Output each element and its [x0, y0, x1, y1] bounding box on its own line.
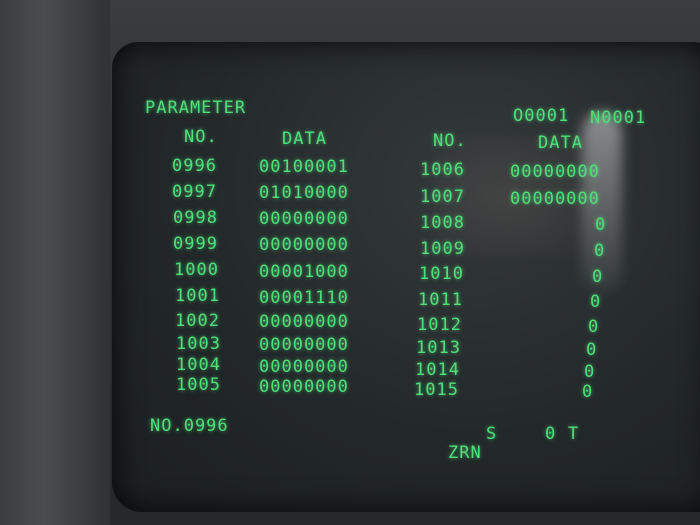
param-no: 0997	[172, 182, 217, 202]
mode-indicator: ZRN	[448, 443, 482, 463]
spindle-label: S	[486, 424, 498, 444]
param-data: 00000000	[259, 335, 349, 355]
param-no: 1008	[420, 213, 465, 233]
param-data: 0	[592, 267, 604, 287]
param-no: 1006	[420, 160, 465, 180]
param-data: 00001110	[259, 288, 349, 308]
spindle-value: 0	[545, 424, 557, 444]
param-data: 00100001	[259, 157, 349, 177]
param-data: 0	[586, 340, 598, 360]
tool-label: T	[568, 424, 580, 444]
param-no: 1001	[175, 286, 220, 306]
param-no: 1011	[418, 290, 463, 310]
param-data: 0	[594, 241, 606, 261]
param-no: 1005	[176, 375, 221, 395]
param-no: 1014	[415, 360, 460, 380]
param-no: 0996	[172, 156, 217, 176]
param-data: 0	[584, 362, 596, 382]
page-title: PARAMETER	[145, 98, 247, 118]
param-data: 00000000	[259, 312, 349, 332]
input-line: NO.0996	[150, 416, 229, 436]
param-data: 00000000	[259, 377, 349, 397]
monitor-bezel-left	[0, 0, 110, 525]
right-data-header: DATA	[538, 133, 583, 153]
param-data: 00001000	[259, 262, 349, 282]
param-data: 00000000	[510, 189, 600, 209]
param-no: 1012	[417, 315, 462, 335]
param-no: 1013	[416, 338, 461, 358]
param-data: 01010000	[259, 183, 349, 203]
param-no: 1007	[420, 187, 465, 207]
param-data: 00000000	[259, 235, 349, 255]
sequence-number: N0001	[590, 108, 647, 128]
param-data: 0	[588, 317, 600, 337]
program-number: O0001	[513, 106, 570, 126]
left-no-header: NO.	[184, 127, 218, 147]
param-data: 0	[590, 292, 602, 312]
param-data: 0	[595, 215, 607, 235]
param-no: 1000	[174, 260, 219, 280]
param-no: 1010	[419, 264, 464, 284]
param-no: 1015	[414, 380, 459, 400]
param-no: 1004	[176, 355, 221, 375]
param-no: 0998	[173, 208, 218, 228]
left-data-header: DATA	[282, 129, 327, 149]
param-data: 00000000	[259, 357, 349, 377]
param-no: 1009	[420, 239, 465, 259]
param-data: 00000000	[259, 209, 349, 229]
param-no: 1003	[176, 334, 221, 354]
param-data: 00000000	[510, 162, 600, 182]
right-no-header: NO.	[433, 131, 467, 151]
param-data: 0	[582, 382, 594, 402]
param-no: 0999	[173, 234, 218, 254]
param-no: 1002	[175, 311, 220, 331]
